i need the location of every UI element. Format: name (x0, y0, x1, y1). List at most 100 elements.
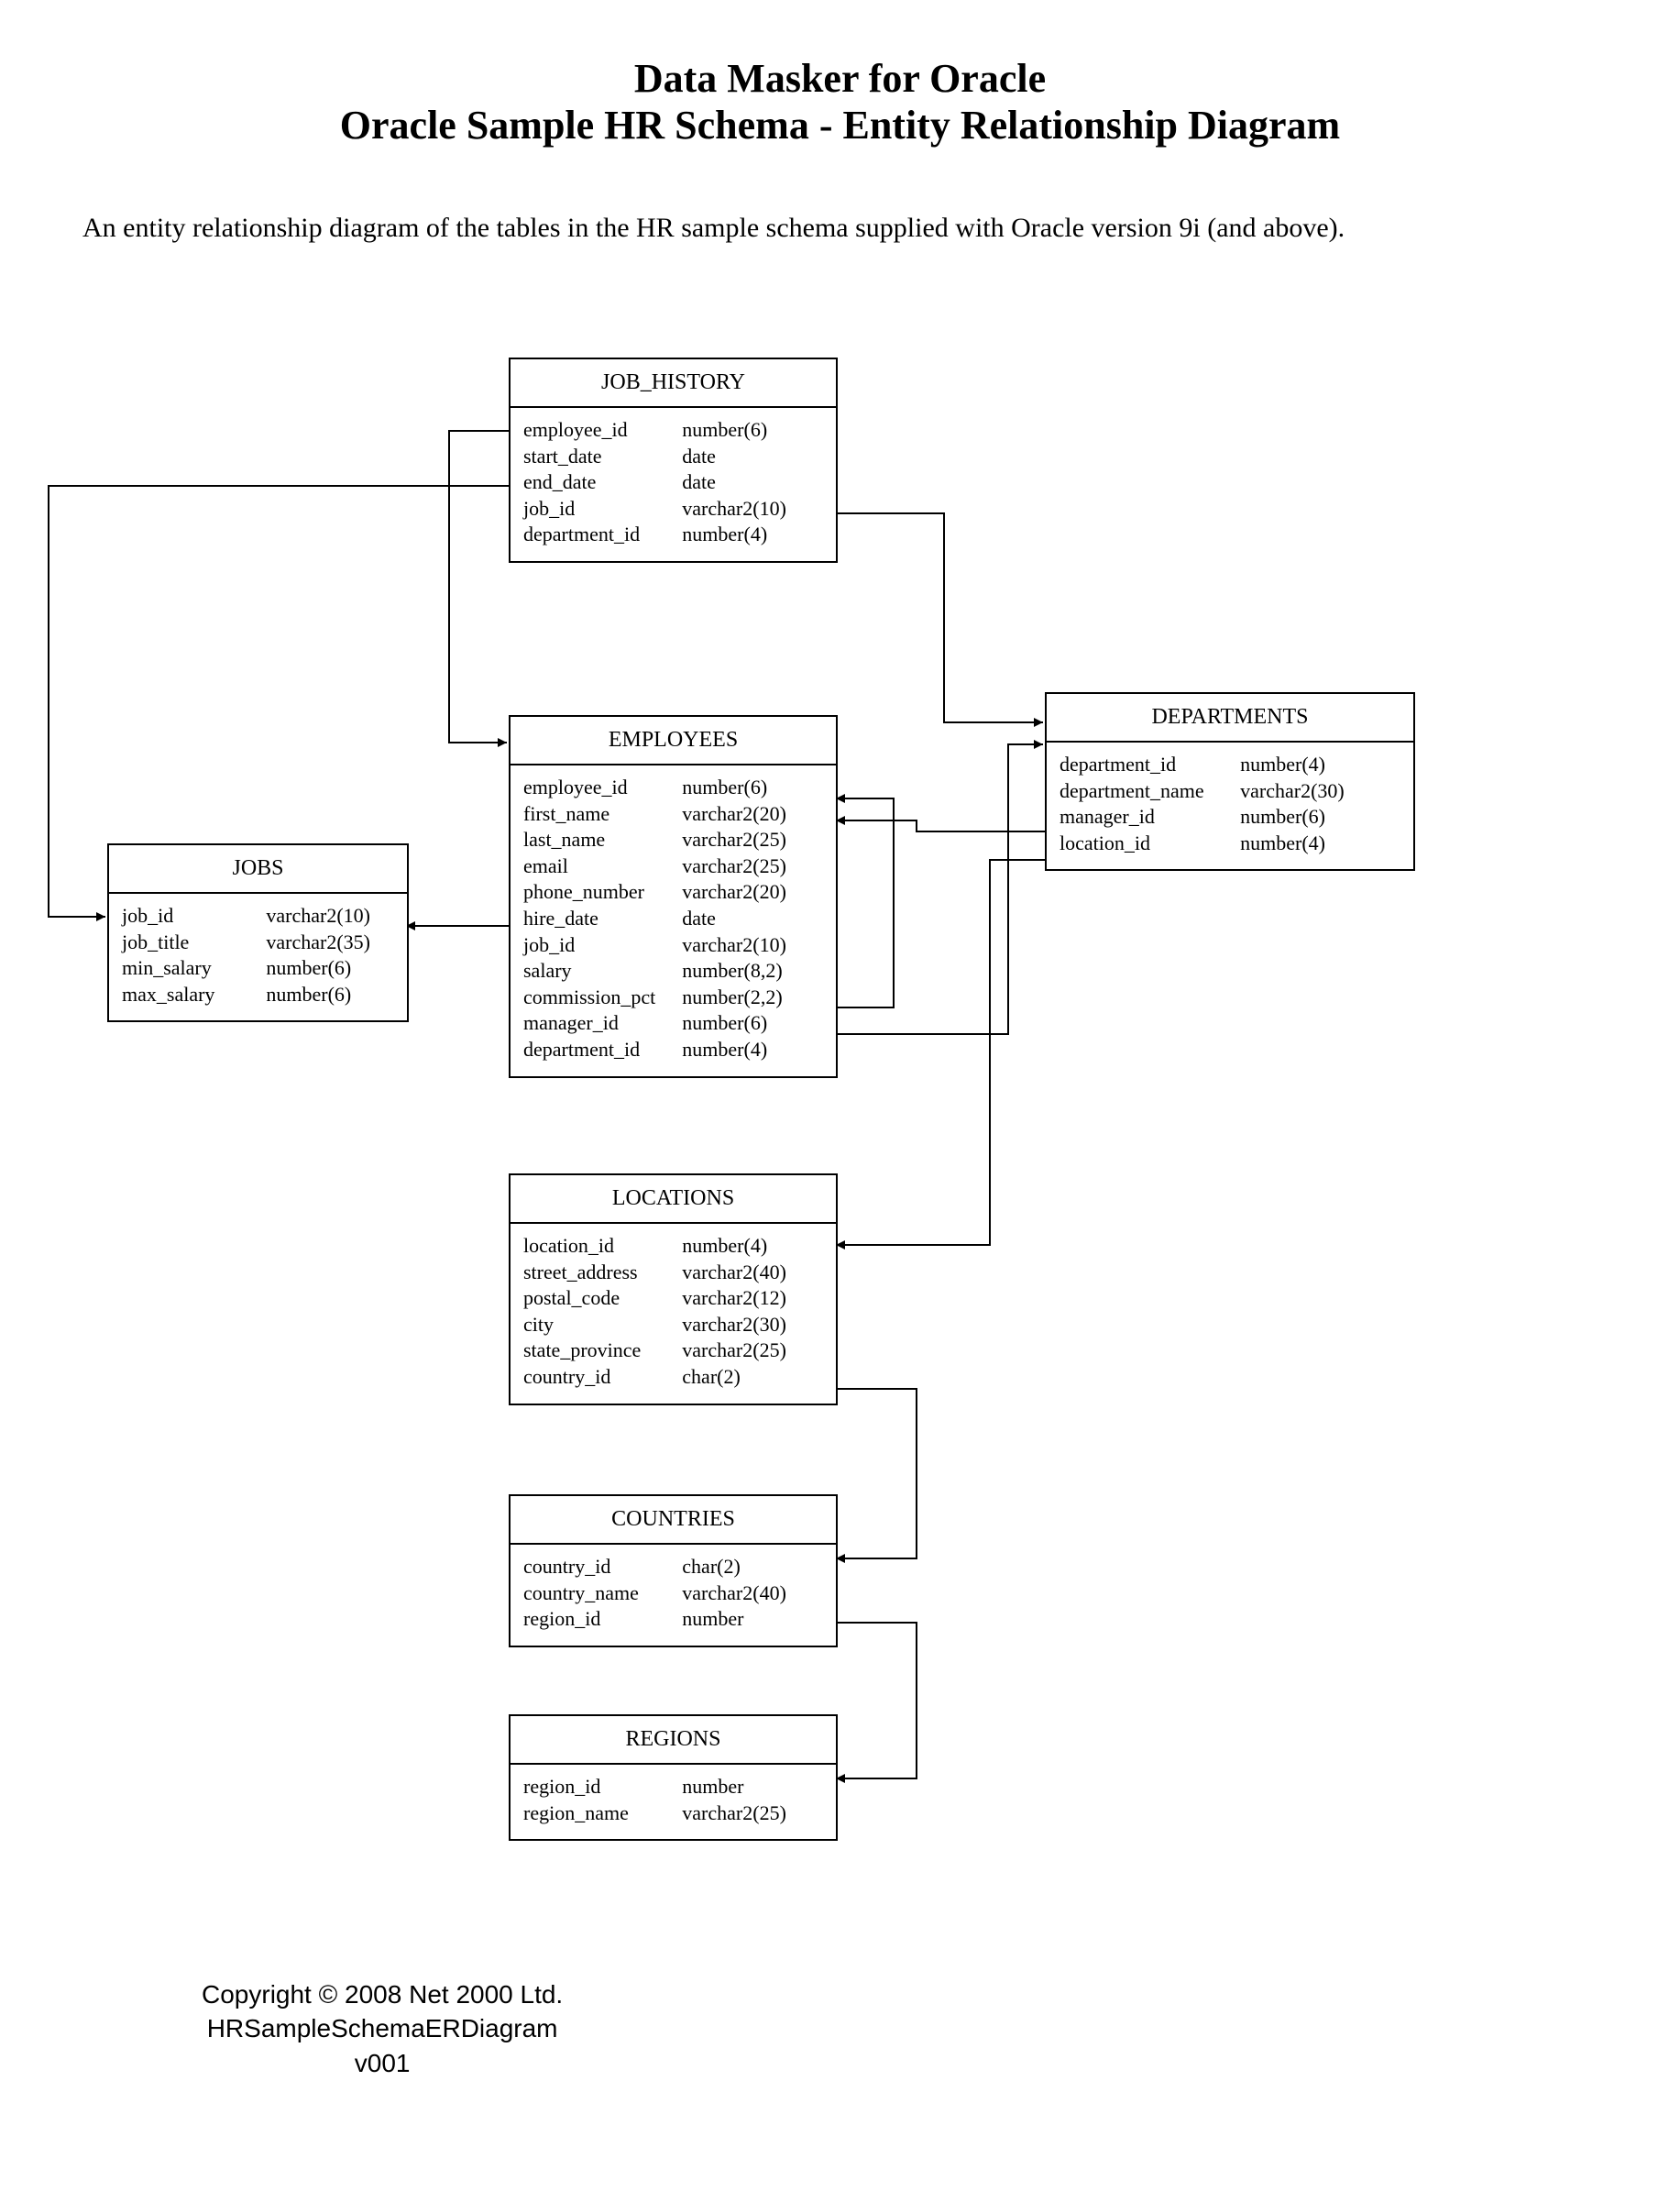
attribute-name: job_id (523, 496, 682, 523)
attribute-type: varchar2(35) (266, 930, 394, 956)
footer-line: Copyright © 2008 Net 2000 Ltd. (202, 1977, 563, 2012)
entity-regions: REGIONS region_idnumberregion_namevarcha… (509, 1714, 838, 1841)
attribute-row: last_namevarchar2(25) (523, 827, 823, 853)
attribute-name: employee_id (523, 775, 682, 801)
attribute-name: country_id (523, 1554, 682, 1580)
attribute-name: city (523, 1312, 682, 1338)
attribute-name: department_id (1060, 752, 1240, 778)
attribute-row: location_idnumber(4) (523, 1233, 823, 1260)
entity-body: department_idnumber(4)department_namevar… (1047, 743, 1413, 869)
attribute-type: number(6) (682, 417, 823, 444)
attribute-type: varchar2(25) (682, 827, 823, 853)
attribute-type: number(4) (682, 522, 823, 548)
entity-body: location_idnumber(4)street_addressvarcha… (511, 1224, 836, 1404)
attribute-type: varchar2(20) (682, 801, 823, 828)
attribute-row: cityvarchar2(30) (523, 1312, 823, 1338)
attribute-row: job_titlevarchar2(35) (122, 930, 394, 956)
attribute-type: varchar2(10) (682, 496, 823, 523)
attribute-name: postal_code (523, 1285, 682, 1312)
attribute-name: first_name (523, 801, 682, 828)
entity-countries: COUNTRIES country_idchar(2)country_namev… (509, 1494, 838, 1647)
attribute-row: employee_idnumber(6) (523, 775, 823, 801)
attribute-type: date (682, 469, 823, 496)
entity-body: job_idvarchar2(10)job_titlevarchar2(35)m… (109, 894, 407, 1020)
attribute-type: number(8,2) (682, 958, 823, 985)
footer-line: HRSampleSchemaERDiagram (202, 2011, 563, 2046)
attribute-name: country_name (523, 1580, 682, 1607)
attribute-type: number(4) (682, 1037, 823, 1063)
attribute-row: job_idvarchar2(10) (523, 932, 823, 959)
attribute-row: min_salarynumber(6) (122, 955, 394, 982)
attribute-name: department_id (523, 1037, 682, 1063)
attribute-name: max_salary (122, 982, 266, 1008)
attribute-row: country_idchar(2) (523, 1364, 823, 1391)
attribute-type: varchar2(20) (682, 879, 823, 906)
attribute-name: employee_id (523, 417, 682, 444)
entity-title: COUNTRIES (511, 1496, 836, 1545)
attribute-type: varchar2(10) (682, 932, 823, 959)
attribute-row: region_namevarchar2(25) (523, 1800, 823, 1827)
attribute-row: start_datedate (523, 444, 823, 470)
document-page: Data Masker for Oracle Oracle Sample HR … (0, 0, 1680, 2191)
attribute-row: region_idnumber (523, 1606, 823, 1633)
attribute-type: varchar2(30) (1240, 778, 1400, 805)
attribute-row: region_idnumber (523, 1774, 823, 1800)
attribute-name: manager_id (523, 1010, 682, 1037)
attribute-row: end_datedate (523, 469, 823, 496)
attribute-type: number(6) (682, 1010, 823, 1037)
attribute-row: hire_datedate (523, 906, 823, 932)
attribute-type: number(2,2) (682, 985, 823, 1011)
page-title: Data Masker for Oracle Oracle Sample HR … (0, 0, 1680, 149)
attribute-row: phone_numbervarchar2(20) (523, 879, 823, 906)
attribute-type: number(6) (682, 775, 823, 801)
attribute-name: min_salary (122, 955, 266, 982)
attribute-name: salary (523, 958, 682, 985)
attribute-name: street_address (523, 1260, 682, 1286)
entity-body: region_idnumberregion_namevarchar2(25) (511, 1765, 836, 1839)
attribute-row: salarynumber(8,2) (523, 958, 823, 985)
attribute-row: state_provincevarchar2(25) (523, 1338, 823, 1364)
attribute-name: job_id (523, 932, 682, 959)
attribute-row: job_idvarchar2(10) (122, 903, 394, 930)
attribute-row: commission_pctnumber(2,2) (523, 985, 823, 1011)
attribute-row: employee_idnumber(6) (523, 417, 823, 444)
relationship-lines (0, 0, 1680, 2191)
attribute-type: varchar2(40) (682, 1580, 823, 1607)
attribute-type: number(6) (266, 982, 394, 1008)
attribute-name: location_id (1060, 831, 1240, 857)
attribute-row: manager_idnumber(6) (1060, 804, 1400, 831)
attribute-type: char(2) (682, 1554, 823, 1580)
attribute-name: last_name (523, 827, 682, 853)
title-line-1: Data Masker for Oracle (0, 55, 1680, 102)
attribute-name: job_id (122, 903, 266, 930)
attribute-row: postal_codevarchar2(12) (523, 1285, 823, 1312)
attribute-name: region_name (523, 1800, 682, 1827)
attribute-row: emailvarchar2(25) (523, 853, 823, 880)
attribute-type: number(4) (1240, 752, 1400, 778)
attribute-type: varchar2(25) (682, 1338, 823, 1364)
entity-title: LOCATIONS (511, 1175, 836, 1224)
title-line-2: Oracle Sample HR Schema - Entity Relatio… (0, 102, 1680, 149)
attribute-type: varchar2(25) (682, 853, 823, 880)
attribute-row: job_idvarchar2(10) (523, 496, 823, 523)
entity-title: JOB_HISTORY (511, 359, 836, 408)
entity-title: DEPARTMENTS (1047, 694, 1413, 743)
entity-title: EMPLOYEES (511, 717, 836, 765)
attribute-type: varchar2(10) (266, 903, 394, 930)
attribute-name: state_province (523, 1338, 682, 1364)
entity-employees: EMPLOYEES employee_idnumber(6)first_name… (509, 715, 838, 1078)
attribute-row: department_idnumber(4) (523, 1037, 823, 1063)
attribute-name: department_id (523, 522, 682, 548)
attribute-row: department_namevarchar2(30) (1060, 778, 1400, 805)
attribute-type: varchar2(30) (682, 1312, 823, 1338)
attribute-name: commission_pct (523, 985, 682, 1011)
attribute-row: max_salarynumber(6) (122, 982, 394, 1008)
attribute-name: end_date (523, 469, 682, 496)
attribute-type: number(6) (266, 955, 394, 982)
entity-jobs: JOBS job_idvarchar2(10)job_titlevarchar2… (107, 843, 409, 1022)
attribute-type: varchar2(12) (682, 1285, 823, 1312)
attribute-type: date (682, 906, 823, 932)
entity-body: employee_idnumber(6)start_datedateend_da… (511, 408, 836, 561)
attribute-name: region_id (523, 1774, 682, 1800)
page-footer: Copyright © 2008 Net 2000 Ltd. HRSampleS… (202, 1977, 563, 2081)
